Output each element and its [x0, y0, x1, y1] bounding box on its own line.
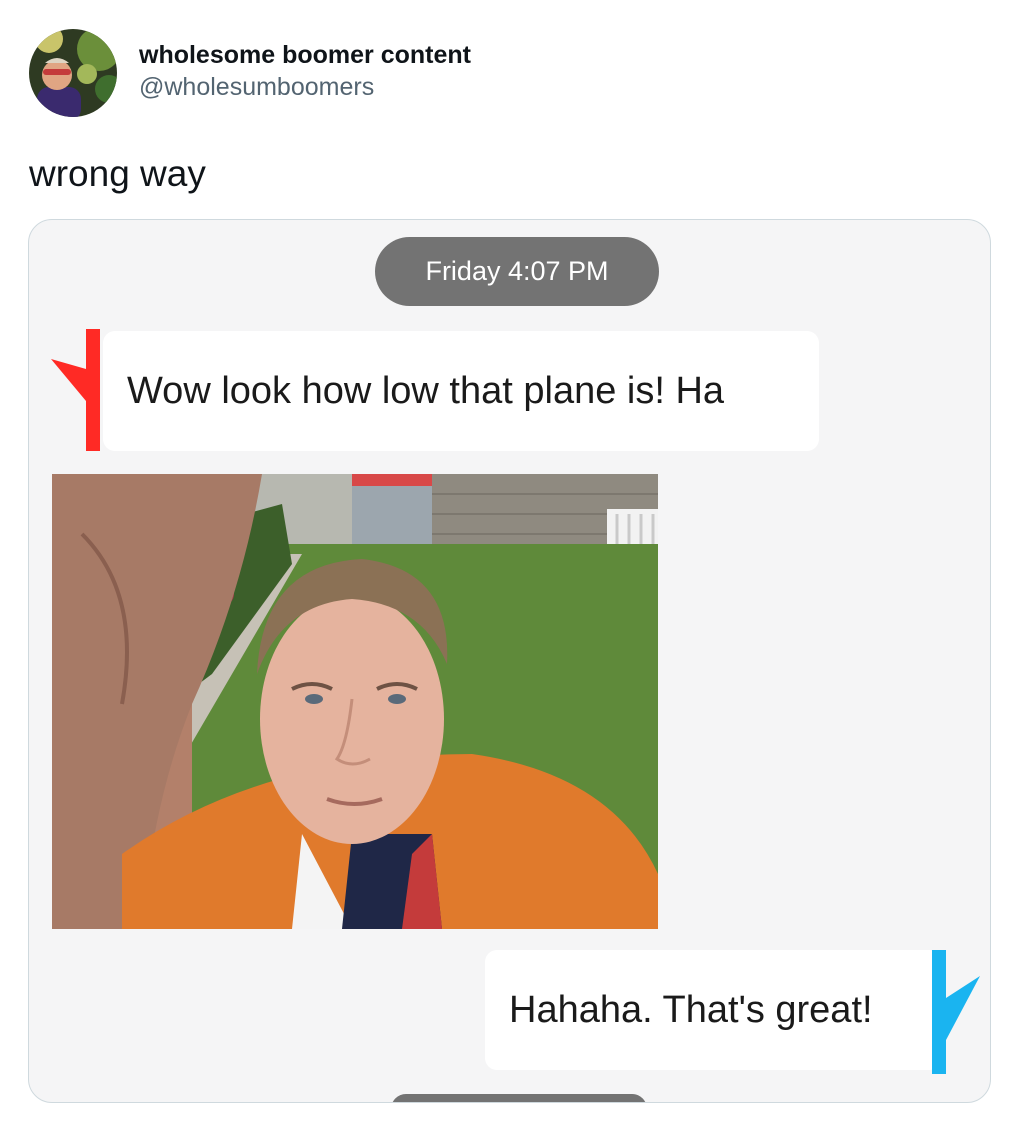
incoming-message-bubble: Wow look how low that plane is! Ha	[103, 331, 819, 451]
display-name[interactable]: wholesome boomer content	[139, 39, 471, 71]
blue-speech-tail-icon	[932, 950, 980, 1074]
outgoing-message-bubble: Hahaha. That's great!	[485, 950, 941, 1070]
next-timestamp-pill	[391, 1094, 647, 1102]
avatar[interactable]	[29, 29, 117, 117]
tweet-header: wholesome boomer content @wholesumboomer…	[29, 29, 471, 117]
selfie-photo-image	[52, 474, 658, 929]
tweet-text: wrong way	[29, 153, 206, 194]
message-photo[interactable]	[52, 474, 658, 929]
avatar-image	[29, 29, 117, 117]
red-speech-tail-icon	[51, 329, 100, 451]
user-info: wholesome boomer content @wholesumboomer…	[139, 39, 471, 103]
outgoing-message-text: Hahaha. That's great!	[509, 989, 873, 1031]
incoming-message-text: Wow look how low that plane is! Ha	[127, 370, 725, 412]
tweet-media-screenshot[interactable]: Friday 4:07 PM Wow look how low that pla…	[28, 219, 991, 1103]
chat-timestamp: Friday 4:07 PM	[375, 237, 659, 306]
user-handle[interactable]: @wholesumboomers	[139, 71, 471, 103]
